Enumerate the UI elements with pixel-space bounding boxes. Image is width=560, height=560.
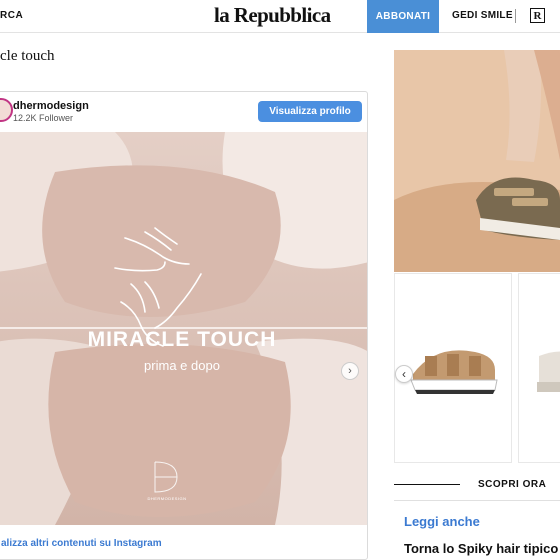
search-link[interactable]: RCA [0,10,23,21]
ad-prev-button[interactable]: ‹ [395,365,413,383]
profile-handle[interactable]: dhermodesign [13,100,89,112]
avatar[interactable] [0,98,13,122]
article-title: cle touch [0,48,55,64]
watermark-text: DHERMODESIGN [147,496,186,501]
embed-header: dhermodesign 12.2K Follower Visualizza p… [0,92,367,132]
more-on-instagram-link[interactable]: alizza altri contenuti su Instagram [1,538,162,549]
next-slide-button[interactable]: › [341,362,359,380]
divider [394,500,560,501]
sandal-product-icon [410,350,498,394]
ad-product-card[interactable] [394,273,512,463]
post-artwork: MIRACLE TOUCH prima e dopo DHERMODESIGN [0,132,367,525]
repubblica-r-icon[interactable]: R [530,8,545,23]
instagram-embed: dhermodesign 12.2K Follower Visualizza p… [0,91,368,560]
post-title: MIRACLE TOUCH [88,328,277,351]
discover-now-button[interactable]: SCOPRI ORA [478,479,546,490]
follower-count: 12.2K Follower [13,113,74,123]
post-image[interactable]: MIRACLE TOUCH prima e dopo DHERMODESIGN … [0,132,367,525]
gedi-smile-link[interactable]: GEDI SMILE [452,10,513,21]
subscribe-button[interactable]: ABBONATI [367,0,439,33]
ad-product-card[interactable] [518,273,560,463]
chevron-left-icon: ‹ [402,367,406,381]
related-article-link[interactable]: Torna lo Spiky hair tipico [404,541,558,556]
ad-hero-image[interactable] [394,50,560,272]
read-also-heading: Leggi anche [404,514,480,529]
top-bar: RCA la Repubblica ABBONATI GEDI SMILE R [0,0,560,33]
shoe-product-icon [537,351,560,392]
page: RCA la Repubblica ABBONATI GEDI SMILE R … [0,0,560,560]
divider [394,484,460,485]
ad-sandal-photo [394,50,560,272]
view-profile-button[interactable]: Visualizza profilo [258,101,362,122]
brand-logo[interactable]: la Repubblica [214,3,331,28]
divider [515,9,516,23]
chevron-right-icon: › [348,365,352,377]
post-subtitle: prima e dopo [144,358,220,373]
